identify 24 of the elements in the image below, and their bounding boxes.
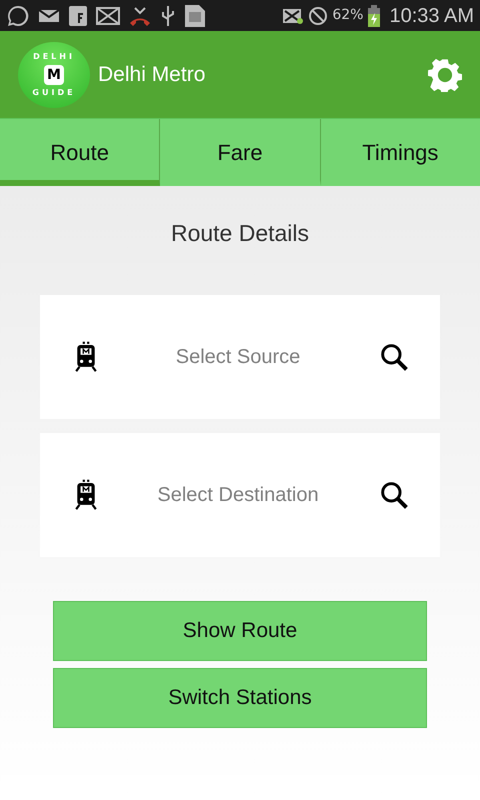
mail-icon <box>38 8 60 24</box>
chat-icon <box>6 4 30 28</box>
station-field[interactable]: Select Destination <box>98 478 378 510</box>
train-icon <box>74 340 98 372</box>
battery-charging-icon <box>367 4 382 28</box>
tab[interactable]: Timings <box>320 119 480 186</box>
app-logo: DELHI M GUIDE <box>18 42 90 108</box>
section-heading: Route Details <box>170 219 310 248</box>
tab[interactable]: Fare <box>160 119 321 186</box>
tab[interactable]: Route <box>0 119 160 186</box>
blocked-icon <box>308 6 328 26</box>
status-time: 10:33 AM <box>389 4 474 28</box>
sim-card-icon <box>184 4 206 28</box>
action-button[interactable]: Show Route <box>53 600 427 660</box>
mail-icon <box>96 6 120 24</box>
app-icon <box>68 4 88 26</box>
train-icon <box>74 478 98 510</box>
usb-icon <box>160 4 176 26</box>
app-title: Delhi Metro <box>98 62 206 88</box>
missed-call-icon <box>128 4 152 26</box>
station-field[interactable]: Select Source <box>98 340 378 372</box>
settings-icon[interactable] <box>428 58 462 92</box>
battery-percentage: 62% <box>332 6 364 25</box>
action-button[interactable]: Switch Stations <box>53 668 427 728</box>
